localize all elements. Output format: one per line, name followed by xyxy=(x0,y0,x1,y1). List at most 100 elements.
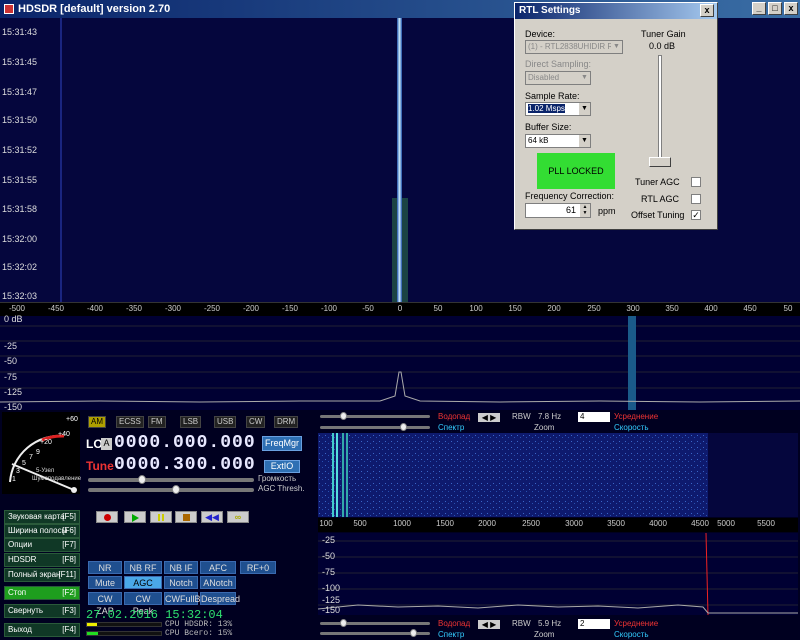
slider-knob[interactable] xyxy=(340,412,347,420)
tuner-gain-label: Tuner Gain xyxy=(641,29,686,39)
loop-button[interactable]: ∞ xyxy=(227,511,249,523)
mode-cw[interactable]: CW xyxy=(246,416,266,428)
direct-sampling-select[interactable]: Disabled ▼ xyxy=(525,71,591,85)
tuner-agc-checkbox[interactable] xyxy=(691,177,701,187)
mode-usb[interactable]: USB xyxy=(214,416,237,428)
timestamp: 15:31:47 xyxy=(2,87,38,97)
nb-rf-button[interactable]: NB RF xyxy=(124,561,162,574)
mode-am[interactable]: AM xyxy=(88,416,106,428)
rewind-button[interactable]: ◀◀ xyxy=(201,511,223,523)
rtl-agc-checkbox[interactable] xyxy=(691,194,701,204)
audio-frequency-scale[interactable]: 100 500 1000 1500 2000 2500 3000 3500 40… xyxy=(318,518,798,532)
main-spectrum[interactable]: 0 dB -25 -50 -75 -125 -150 xyxy=(0,314,800,412)
rbw-arrows[interactable]: ◀ ▶ xyxy=(478,413,500,422)
cw-fullbw-button[interactable]: CWFullBw xyxy=(164,592,207,605)
volume-label: Громкость xyxy=(258,474,297,483)
cpu-hdsdr: CPU HDSDR: 13% xyxy=(165,620,233,629)
tune-label: Tune xyxy=(86,459,114,473)
notch-button[interactable]: Notch xyxy=(164,576,198,589)
freq-tick: -350 xyxy=(125,304,143,313)
pause-button[interactable] xyxy=(150,511,172,523)
volume-knob[interactable] xyxy=(138,475,146,484)
buffer-size-select[interactable]: 64 kB ▼ xyxy=(525,134,591,148)
waterfall-label: Водопад xyxy=(438,619,471,628)
rtl-close-button[interactable]: x xyxy=(700,4,714,17)
slider-knob[interactable] xyxy=(340,619,347,627)
db-label: 0 dB xyxy=(4,314,23,324)
cpu-hdsdr-bar xyxy=(86,622,162,627)
zoom-label: Zoom xyxy=(534,423,555,432)
frequency-scale[interactable]: -500 -450 -400 -350 -300 -250 -200 -150 … xyxy=(0,302,800,316)
cpu-hdsdr-fill xyxy=(87,623,97,626)
about-button[interactable]: HDSDR [F8] xyxy=(4,553,80,567)
maximize-button[interactable]: □ xyxy=(768,2,782,15)
button-key: [F6] xyxy=(62,526,76,535)
button-key: [F7] xyxy=(62,540,76,549)
pause-icon xyxy=(158,514,164,521)
rbw-select[interactable]: 2 xyxy=(578,619,610,629)
rbw-arrows[interactable]: ◀ ▶ xyxy=(478,620,500,629)
stop-button[interactable]: Стоп [F2] xyxy=(4,586,80,600)
record-icon xyxy=(103,514,111,521)
audio-waterfall[interactable] xyxy=(318,433,798,517)
freq-tick: 3000 xyxy=(565,519,583,528)
cw-zap-button[interactable]: CW ZAP xyxy=(88,592,122,616)
sample-rate-select[interactable]: 1.02 Msps ▼ xyxy=(525,102,591,116)
mode-drm[interactable]: DRM xyxy=(274,416,299,428)
exit-button[interactable]: Выход [F4] xyxy=(4,623,80,637)
offset-tuning-checkbox[interactable]: ✓ xyxy=(691,210,701,220)
agc-knob[interactable] xyxy=(172,485,180,494)
volume-slider[interactable] xyxy=(88,475,254,484)
slider-knob[interactable] xyxy=(410,629,417,637)
audio-spectrum-graph xyxy=(317,532,798,616)
spectrum-contrast-slider[interactable] xyxy=(320,423,430,431)
chevron-down-icon: ▼ xyxy=(611,41,622,53)
device-select[interactable]: (1) - RTL2838UHIDIR R ▼ xyxy=(525,40,623,54)
waterfall-contrast-slider[interactable] xyxy=(320,412,430,420)
lo-a-button[interactable]: A xyxy=(101,438,112,450)
cpu-total-bar xyxy=(86,631,162,636)
rf-gain-button[interactable]: RF+0 xyxy=(240,561,276,574)
slider-knob[interactable] xyxy=(400,423,407,431)
mode-lsb[interactable]: LSB xyxy=(180,416,202,428)
mute-button[interactable]: Mute xyxy=(88,576,122,589)
extio-button[interactable]: ExtIO xyxy=(264,460,300,473)
mode-fm[interactable]: FM xyxy=(148,416,166,428)
freq-tick: 1500 xyxy=(436,519,454,528)
soundcard-button[interactable]: Звуковая карта [F5] xyxy=(4,510,80,524)
rbw-select[interactable]: 4 xyxy=(578,412,610,422)
despread-button[interactable]: Despread xyxy=(200,592,240,605)
button-key: [F4] xyxy=(62,625,76,634)
record-button[interactable] xyxy=(96,511,118,523)
bandwidth-button[interactable]: Ширина полосы [F6] xyxy=(4,524,80,538)
afc-button[interactable]: AFC xyxy=(200,561,236,574)
anotch-button[interactable]: ANotch xyxy=(200,576,236,589)
audio-spectrum[interactable]: -25 -50 -75 -100 -125 -150 xyxy=(317,532,798,616)
freq-tick: -450 xyxy=(47,304,65,313)
freqmgr-button[interactable]: FreqMgr xyxy=(262,436,302,451)
close-button[interactable]: x xyxy=(784,2,798,15)
audio-spectrum-slider[interactable] xyxy=(320,629,430,637)
fullscreen-button[interactable]: Полный экран [F11] xyxy=(4,568,80,582)
lo-frequency[interactable]: 0000.000.000 xyxy=(114,433,256,453)
agc-slow-button[interactable]: AGC Slow xyxy=(124,576,162,600)
button-key: [F11] xyxy=(58,570,76,579)
agc-threshold-slider[interactable] xyxy=(88,485,254,494)
chevron-down-icon: ▼ xyxy=(579,72,590,84)
minimize-app-button[interactable]: Свернуть [F3] xyxy=(4,604,80,618)
audio-waterfall-slider[interactable] xyxy=(320,619,430,627)
nr-button[interactable]: NR xyxy=(88,561,122,574)
play-button[interactable] xyxy=(124,511,146,523)
stop-play-button[interactable] xyxy=(175,511,197,523)
mode-ecss[interactable]: ECSS xyxy=(116,416,144,428)
tune-frequency[interactable]: 0000.300.000 xyxy=(114,455,256,475)
sample-rate-label: Sample Rate: xyxy=(525,91,580,101)
nb-if-button[interactable]: NB IF xyxy=(164,561,198,574)
freq-correction-spinner[interactable]: ▲ ▼ xyxy=(580,204,590,217)
tuner-gain-thumb[interactable] xyxy=(649,157,671,167)
cw-peak-button[interactable]: CW Peak xyxy=(124,592,162,616)
tuner-gain-slider[interactable] xyxy=(658,55,662,167)
minimize-button[interactable]: _ xyxy=(752,2,766,15)
options-button[interactable]: Опции [F7] xyxy=(4,538,80,552)
chevron-down-icon: ▼ xyxy=(579,103,590,115)
